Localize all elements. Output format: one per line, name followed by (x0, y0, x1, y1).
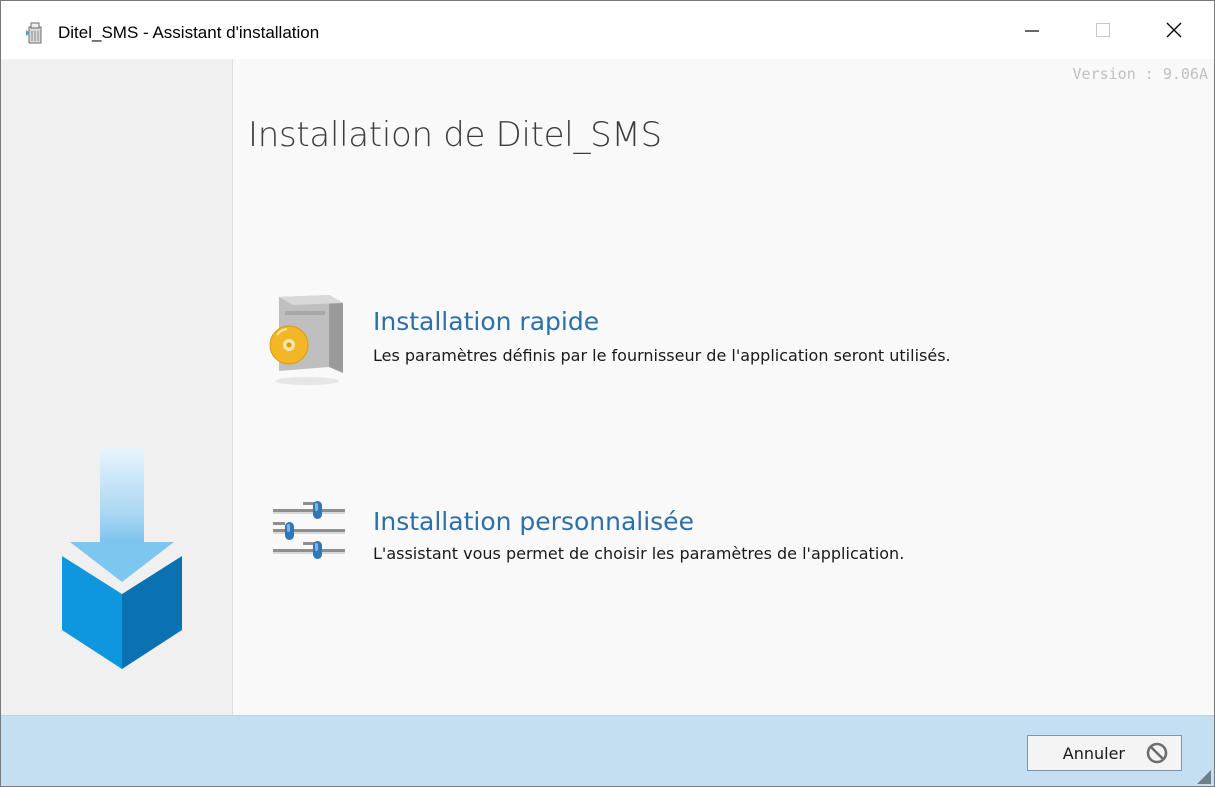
version-label: Version : 9.06A (1072, 65, 1208, 83)
main-content: Version : 9.06A Installation de Ditel_SM… (233, 59, 1214, 715)
quick-install-title: Installation rapide (373, 307, 600, 336)
quick-install-description: Les paramètres définis par le fournisseu… (373, 346, 951, 365)
cancel-button-label: Annuler (1062, 743, 1125, 763)
resize-grip-icon[interactable] (1197, 770, 1211, 784)
custom-install-title: Installation personnalisée (373, 507, 694, 536)
title-bar: Ditel_SMS - Assistant d'installation (1, 1, 1214, 59)
package-disc-icon (269, 295, 343, 385)
sidebar (1, 59, 233, 715)
minimize-icon (1025, 30, 1039, 32)
maximize-button[interactable] (1068, 1, 1138, 59)
custom-install-description: L'assistant vous permet de choisir les p… (373, 544, 905, 563)
installer-window: Ditel_SMS - Assistant d'installation Ver… (0, 0, 1215, 787)
sliders-icon (273, 501, 345, 559)
app-icon (26, 22, 42, 44)
page-title: Installation de Ditel_SMS (248, 115, 662, 155)
minimize-button[interactable] (997, 1, 1067, 59)
window-title: Ditel_SMS - Assistant d'installation (58, 23, 320, 42)
close-button[interactable] (1139, 1, 1209, 59)
quick-install-option[interactable]: Installation rapide Les paramètres défin… (263, 289, 1163, 389)
custom-install-option[interactable]: Installation personnalisée L'assistant v… (263, 487, 1163, 587)
cancel-button[interactable]: Annuler (1027, 735, 1182, 771)
cancel-icon (1146, 742, 1168, 764)
close-icon (1166, 22, 1182, 38)
footer-bar: Annuler (1, 715, 1214, 786)
download-box-icon (62, 448, 182, 669)
maximize-icon (1096, 23, 1110, 37)
